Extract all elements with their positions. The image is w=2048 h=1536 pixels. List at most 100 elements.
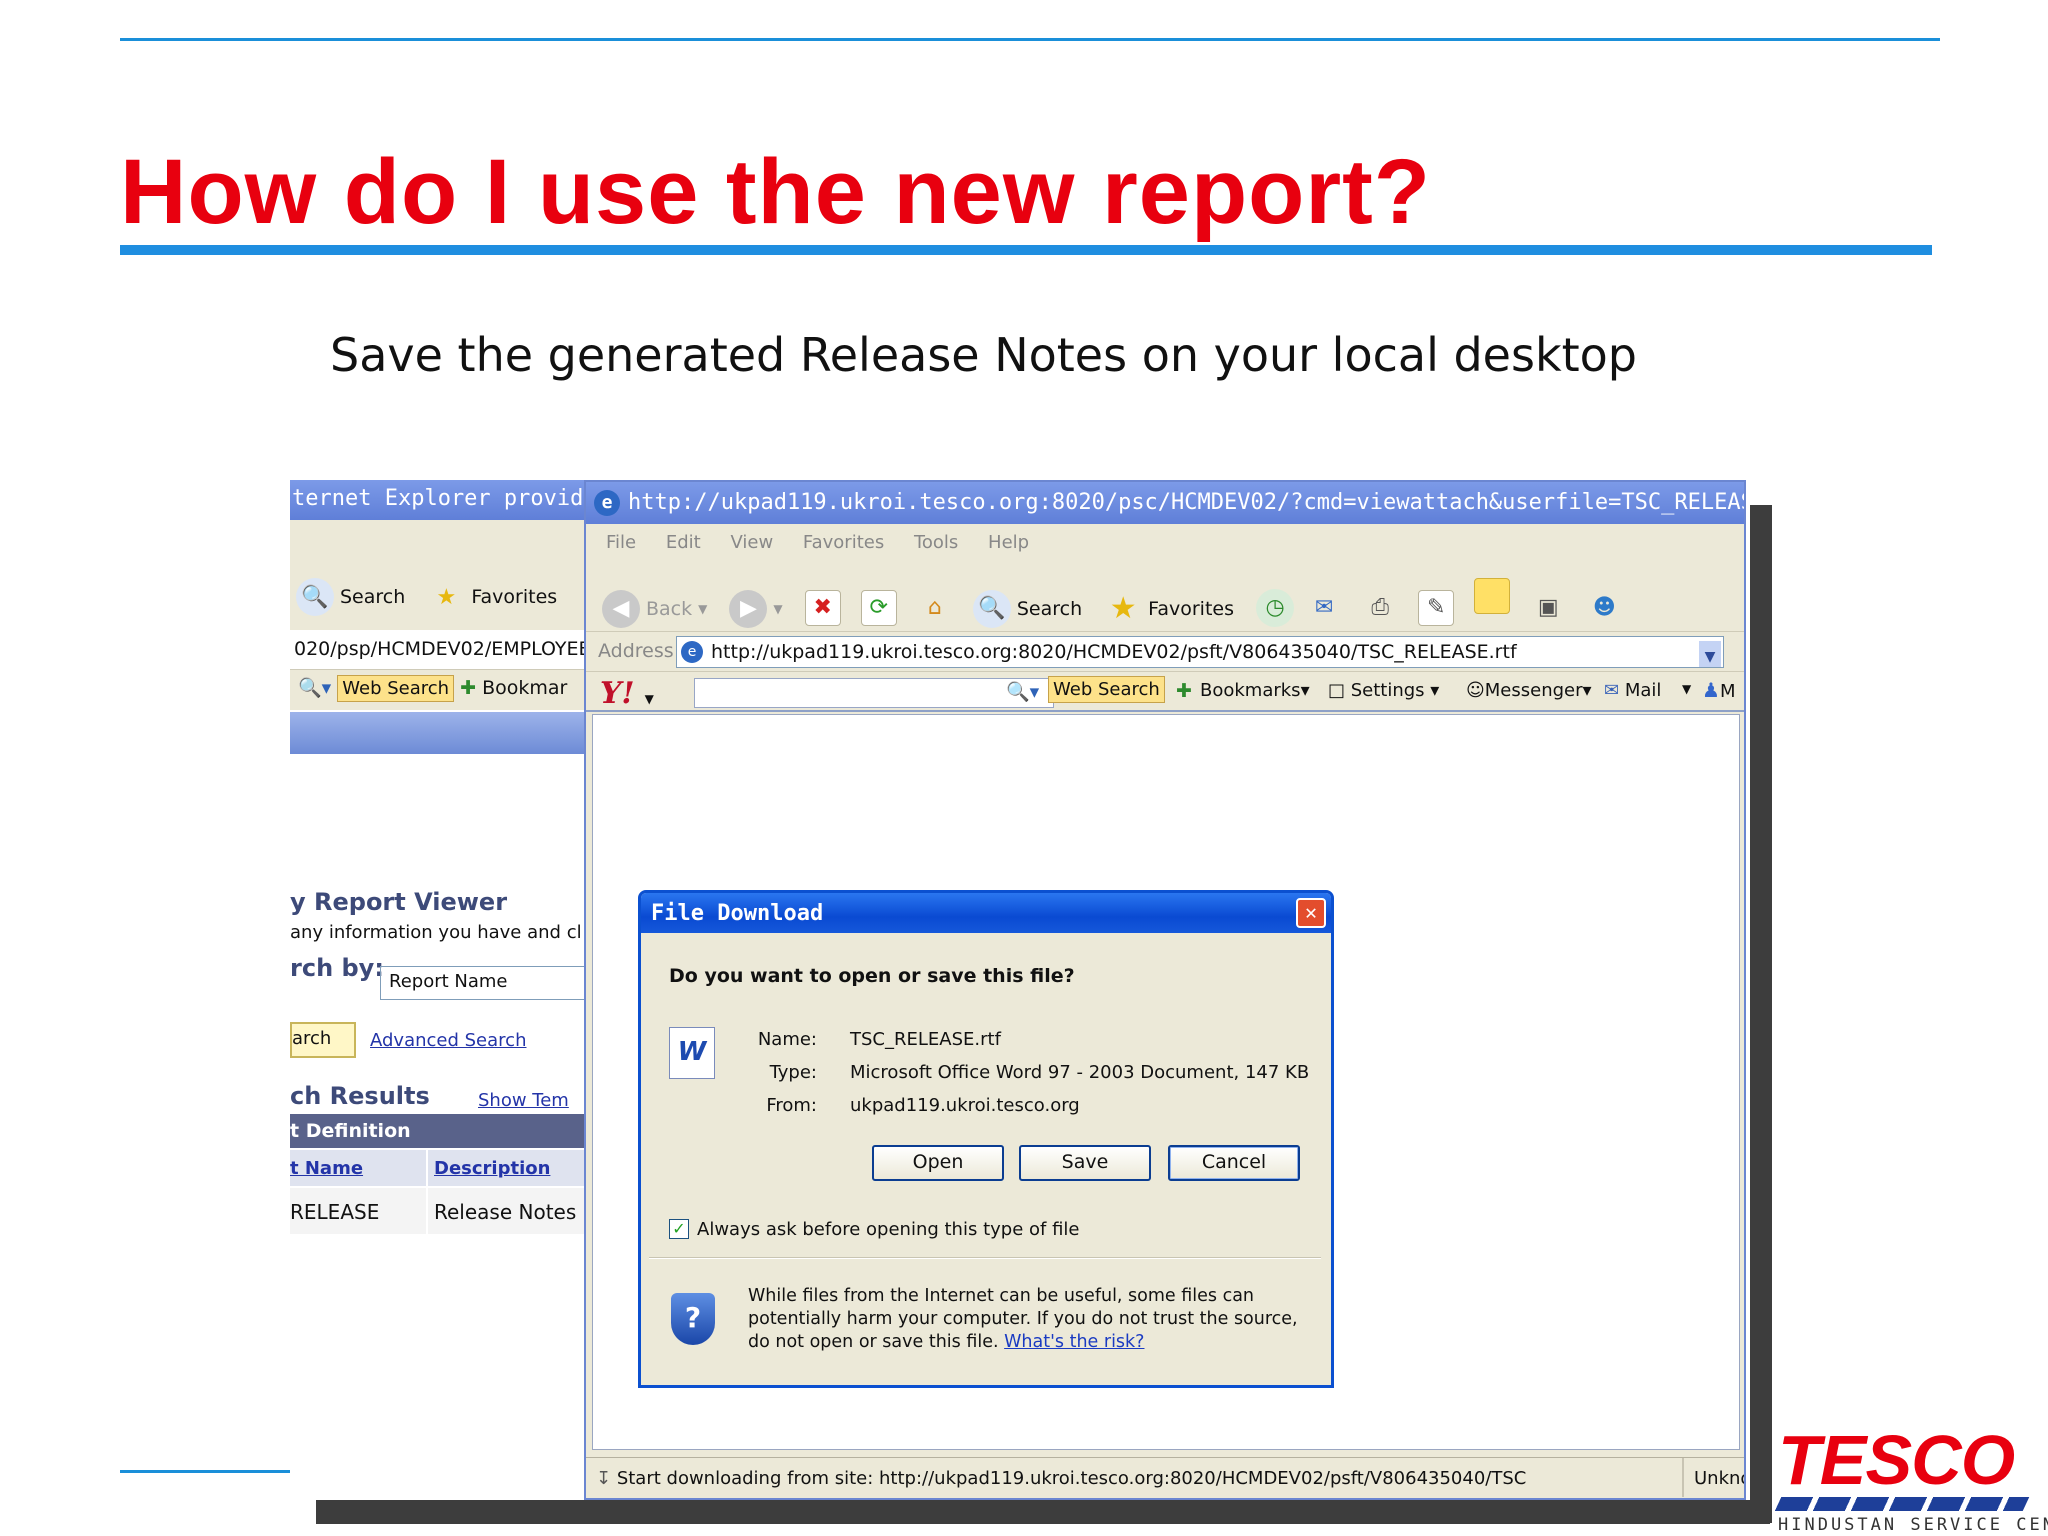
dialog-title-bar: File Download ✕: [641, 893, 1331, 933]
menu-help[interactable]: Help: [988, 532, 1029, 553]
envelope-icon: ✉: [1604, 680, 1620, 701]
menu-tools[interactable]: Tools: [914, 532, 958, 553]
show-template-link[interactable]: Show Tem: [478, 1090, 569, 1111]
column-header-name[interactable]: t Name: [290, 1158, 363, 1179]
address-dropdown-icon[interactable]: ▼: [1699, 641, 1721, 667]
file-source-value: ukpad119.ukroi.tesco.org: [850, 1095, 1080, 1116]
back-toolbar: 🔍 Search ★ Favorites: [290, 558, 586, 630]
yahoo-search-input[interactable]: [694, 678, 1054, 708]
favorites-button[interactable]: ★ Favorites: [1104, 590, 1234, 628]
dialog-separator: [649, 1257, 1321, 1259]
chevron-down-icon[interactable]: ▼: [1682, 682, 1691, 696]
standard-toolbar: ◀ Back ▼ ▶ ▼ ✖ ⟳ ⌂ 🔍 Search ★ Favorites ◷ ✉ ⎙…: [586, 560, 1744, 632]
chevron-down-icon[interactable]: ▼: [645, 692, 654, 706]
results-header-row: t Name Description: [290, 1150, 586, 1186]
top-rule: [120, 38, 1940, 41]
tesco-stripes: [1774, 1497, 2030, 1511]
download-icon: ↧: [596, 1468, 612, 1489]
settings-button[interactable]: □ Settings ▾: [1328, 680, 1439, 701]
tesco-tagline: HINDUSTAN SERVICE CENTRE: [1778, 1515, 2048, 1535]
cell-description: Release Notes: [434, 1200, 577, 1224]
address-bar: Address e http://ukpad119.ukroi.tesco.or…: [586, 632, 1744, 672]
forward-button[interactable]: ▶ ▼: [729, 589, 783, 628]
bottom-rule: [120, 1470, 290, 1473]
slide-subtitle: Save the generated Release Notes on your…: [330, 328, 1637, 382]
mail-icon[interactable]: ✉: [1306, 590, 1342, 626]
search-button[interactable]: arch: [290, 1022, 356, 1058]
slide-title: How do I use the new report?: [120, 141, 1431, 243]
cancel-button[interactable]: Cancel: [1168, 1145, 1300, 1181]
back-web-search-button[interactable]: Web Search: [337, 675, 455, 702]
file-download-dialog: File Download ✕ Do you want to open or s…: [638, 890, 1334, 1388]
magnifier-icon: 🔍▾: [298, 677, 332, 699]
always-ask-label: Always ask before opening this type of f…: [697, 1219, 1080, 1240]
refresh-icon[interactable]: ⟳: [860, 589, 897, 626]
search-by-label: rch by:: [290, 954, 384, 982]
advanced-search-link[interactable]: Advanced Search: [370, 1030, 526, 1051]
always-ask-checkbox[interactable]: ✓: [669, 1219, 689, 1239]
ie-icon: e: [594, 490, 620, 516]
back-bookmarks-button[interactable]: Bookmar: [482, 677, 567, 699]
star-icon: ★: [436, 584, 457, 610]
back-menu-bar: [290, 520, 586, 558]
word-document-icon: W: [669, 1027, 715, 1079]
search-icon: 🔍: [972, 589, 1011, 628]
messenger-icon[interactable]: ☻: [1586, 590, 1622, 626]
people-icon[interactable]: ♟M: [1702, 678, 1735, 702]
close-icon[interactable]: ✕: [1296, 898, 1326, 928]
bookmark-icon: ✚: [1176, 680, 1192, 702]
bookmarks-button[interactable]: Bookmarks▾: [1200, 680, 1310, 701]
menu-file[interactable]: File: [606, 532, 636, 553]
whats-the-risk-link[interactable]: What's the risk?: [1004, 1332, 1144, 1352]
window-title-text: http://ukpad119.ukroi.tesco.org:8020/psc…: [628, 490, 1744, 515]
menu-favorites[interactable]: Favorites: [803, 532, 884, 553]
back-arrow-icon: ◀: [602, 589, 640, 628]
back-address-bar[interactable]: 020/psp/HCMDEV02/EMPLOYEE/HR: [290, 630, 586, 670]
star-icon: ★: [1109, 591, 1137, 626]
menu-view[interactable]: View: [730, 532, 773, 553]
report-viewer-heading: y Report Viewer: [290, 888, 508, 916]
back-favorites-button[interactable]: ★ Favorites: [427, 578, 557, 616]
search-button[interactable]: 🔍 Search: [972, 589, 1082, 628]
screenshot-shadow-bottom: [316, 1500, 1770, 1524]
page-icon: e: [681, 641, 703, 663]
back-title-bar: ternet Explorer provided by: [290, 480, 586, 520]
menu-edit[interactable]: Edit: [666, 532, 701, 553]
report-viewer-intro: any information you have and cl: [290, 922, 582, 943]
status-bar: ↧ Start downloading from site: http://uk…: [586, 1457, 1744, 1497]
address-input[interactable]: e http://ukpad119.ukroi.tesco.org:8020/H…: [676, 636, 1724, 668]
save-button[interactable]: Save: [1019, 1145, 1151, 1181]
note-icon[interactable]: [1474, 578, 1511, 614]
definition-band: t Definition: [290, 1114, 586, 1148]
back-button[interactable]: ◀ Back ▼: [602, 589, 708, 628]
magnifier-icon[interactable]: 🔍▾: [1006, 680, 1039, 703]
web-search-button[interactable]: Web Search: [1048, 676, 1165, 703]
search-icon: 🔍: [296, 578, 334, 616]
name-label: Name:: [757, 1029, 817, 1050]
stop-icon[interactable]: ✖: [804, 589, 841, 626]
print-icon[interactable]: ⎙: [1362, 590, 1398, 626]
messenger-button[interactable]: ☺Messenger▾: [1466, 680, 1592, 701]
yahoo-logo-icon[interactable]: Y!: [600, 676, 635, 710]
mail-button[interactable]: ✉ Mail: [1604, 680, 1661, 701]
forward-arrow-icon: ▶: [729, 589, 768, 628]
title-underline: [120, 245, 1932, 255]
file-name-value: TSC_RELEASE.rtf: [850, 1029, 1001, 1050]
address-label: Address: [598, 640, 674, 662]
bookmark-icon: ✚: [460, 677, 477, 699]
home-icon[interactable]: ⌂: [917, 590, 953, 626]
from-label: From:: [766, 1095, 817, 1116]
research-icon[interactable]: ▣: [1530, 590, 1566, 626]
open-button[interactable]: Open: [872, 1145, 1004, 1181]
file-type-value: Microsoft Office Word 97 - 2003 Document…: [850, 1062, 1310, 1083]
edit-icon[interactable]: ✎: [1418, 589, 1455, 626]
type-label: Type:: [769, 1062, 817, 1083]
chevron-down-icon: ▼: [698, 601, 708, 616]
history-icon[interactable]: ◷: [1256, 588, 1295, 627]
back-browser-window: ternet Explorer provided by 🔍Search ★Fav…: [290, 480, 586, 1500]
search-by-select[interactable]: Report Name: [380, 966, 586, 1000]
column-header-description[interactable]: Description: [434, 1158, 550, 1179]
back-search-button[interactable]: 🔍 Search: [296, 578, 405, 616]
table-row[interactable]: RELEASE Release Notes: [290, 1188, 586, 1234]
back-page-header-band: [290, 712, 586, 754]
